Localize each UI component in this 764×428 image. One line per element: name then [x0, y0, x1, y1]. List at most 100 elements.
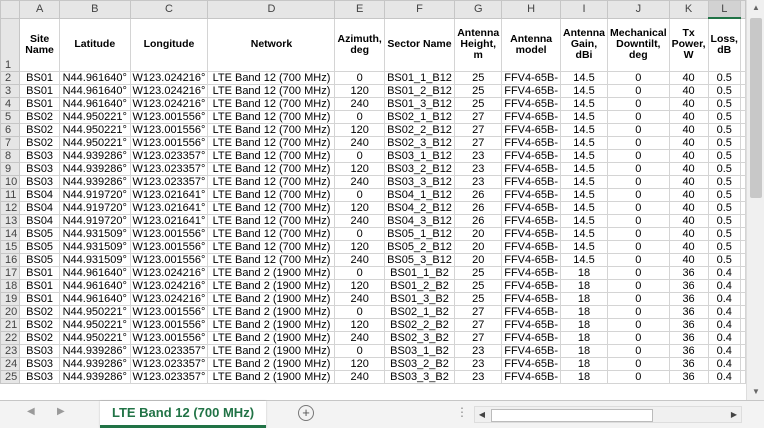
cell[interactable]: 0: [607, 71, 670, 85]
column-header-a[interactable]: A: [19, 0, 60, 19]
cell[interactable]: 0.4: [707, 266, 742, 280]
header-cell[interactable]: [740, 17, 746, 72]
cell[interactable]: FFV4-65B-: [501, 305, 562, 319]
cell[interactable]: LTE Band 12 (700 MHz): [207, 84, 336, 98]
cell[interactable]: 0: [607, 370, 670, 384]
cell[interactable]: 40: [668, 201, 709, 215]
cell[interactable]: LTE Band 2 (1900 MHz): [207, 266, 336, 280]
cell[interactable]: 18: [560, 292, 609, 306]
cell[interactable]: BS03_1_B2: [383, 344, 456, 358]
column-header-i[interactable]: I: [560, 0, 609, 19]
cell[interactable]: FFV4-65B-: [501, 136, 562, 150]
cell[interactable]: LTE Band 12 (700 MHz): [207, 240, 336, 254]
cell[interactable]: BS01: [19, 84, 60, 98]
column-header-extra[interactable]: [740, 0, 746, 19]
cell[interactable]: [740, 279, 746, 293]
cell[interactable]: BS02: [19, 331, 60, 345]
cell[interactable]: 36: [668, 279, 709, 293]
cell[interactable]: BS01: [19, 97, 60, 111]
cell[interactable]: 18: [560, 357, 609, 371]
cell[interactable]: [740, 188, 746, 202]
cell[interactable]: BS03: [19, 357, 60, 371]
select-all-corner[interactable]: [0, 0, 21, 19]
cell[interactable]: 120: [334, 279, 385, 293]
cell[interactable]: 0: [607, 292, 670, 306]
cell[interactable]: N44.961640°: [58, 84, 131, 98]
cell[interactable]: BS05: [19, 253, 60, 267]
cell[interactable]: W123.024216°: [129, 292, 209, 306]
cell[interactable]: 240: [334, 175, 385, 189]
cell[interactable]: LTE Band 12 (700 MHz): [207, 214, 336, 228]
cell[interactable]: FFV4-65B-: [501, 266, 562, 280]
cell[interactable]: 0.4: [707, 292, 742, 306]
cell[interactable]: 40: [668, 97, 709, 111]
cell[interactable]: 40: [668, 253, 709, 267]
cell[interactable]: W123.021641°: [129, 188, 209, 202]
cell[interactable]: 23: [454, 370, 503, 384]
row-header[interactable]: 25: [0, 370, 21, 384]
cell[interactable]: [740, 71, 746, 85]
triangle-left-icon[interactable]: ◀: [27, 406, 35, 417]
cell[interactable]: 23: [454, 175, 503, 189]
cell[interactable]: 0: [607, 331, 670, 345]
column-header-h[interactable]: H: [501, 0, 562, 19]
column-header-j[interactable]: J: [607, 0, 670, 19]
cell[interactable]: BS03_2_B2: [383, 357, 456, 371]
cell[interactable]: BS03: [19, 175, 60, 189]
cell[interactable]: N44.961640°: [58, 97, 131, 111]
cell[interactable]: 0: [607, 227, 670, 241]
cell[interactable]: 25: [454, 279, 503, 293]
column-header-l[interactable]: L: [707, 0, 742, 19]
cell[interactable]: 40: [668, 110, 709, 124]
cell[interactable]: 25: [454, 71, 503, 85]
cell[interactable]: FFV4-65B-: [501, 357, 562, 371]
cell[interactable]: 40: [668, 71, 709, 85]
cell[interactable]: 40: [668, 123, 709, 137]
cell[interactable]: BS04_1_B12: [383, 188, 456, 202]
row-header[interactable]: 12: [0, 201, 21, 215]
cell[interactable]: BS01: [19, 71, 60, 85]
cell[interactable]: 40: [668, 214, 709, 228]
cell[interactable]: 0.5: [707, 110, 742, 124]
cell[interactable]: 0: [607, 84, 670, 98]
cell[interactable]: 0: [607, 201, 670, 215]
cell[interactable]: N44.950221°: [58, 136, 131, 150]
cell[interactable]: 0.4: [707, 279, 742, 293]
cell[interactable]: LTE Band 12 (700 MHz): [207, 175, 336, 189]
cell[interactable]: BS02: [19, 110, 60, 124]
scroll-up-icon[interactable]: ▲: [747, 0, 764, 16]
vertical-scrollbar[interactable]: ▲ ▼: [746, 0, 764, 400]
cell[interactable]: FFV4-65B-: [501, 240, 562, 254]
cell[interactable]: W123.023357°: [129, 357, 209, 371]
row-header[interactable]: 18: [0, 279, 21, 293]
row-header[interactable]: 6: [0, 123, 21, 137]
cell[interactable]: 14.5: [560, 149, 609, 163]
cell[interactable]: 120: [334, 84, 385, 98]
row-header[interactable]: 3: [0, 84, 21, 98]
cell[interactable]: [740, 305, 746, 319]
cell[interactable]: [740, 162, 746, 176]
cell[interactable]: 14.5: [560, 175, 609, 189]
cell[interactable]: N44.939286°: [58, 149, 131, 163]
cell[interactable]: BS01: [19, 279, 60, 293]
cell[interactable]: FFV4-65B-: [501, 344, 562, 358]
cell[interactable]: 0: [607, 357, 670, 371]
cell[interactable]: W123.001556°: [129, 110, 209, 124]
cell[interactable]: LTE Band 12 (700 MHz): [207, 123, 336, 137]
cell[interactable]: N44.919720°: [58, 201, 131, 215]
row-header[interactable]: 1: [0, 17, 21, 72]
cell[interactable]: 40: [668, 162, 709, 176]
cell[interactable]: BS01_3_B2: [383, 292, 456, 306]
cell[interactable]: [740, 97, 746, 111]
cell[interactable]: [740, 175, 746, 189]
cell[interactable]: 0: [607, 175, 670, 189]
cell[interactable]: 14.5: [560, 123, 609, 137]
cell[interactable]: W123.024216°: [129, 97, 209, 111]
cell[interactable]: BS01: [19, 292, 60, 306]
cell[interactable]: 0.5: [707, 123, 742, 137]
cell[interactable]: BS04_3_B12: [383, 214, 456, 228]
cell[interactable]: BS02: [19, 123, 60, 137]
cell[interactable]: 23: [454, 162, 503, 176]
cell[interactable]: BS05: [19, 240, 60, 254]
cell[interactable]: N44.950221°: [58, 110, 131, 124]
